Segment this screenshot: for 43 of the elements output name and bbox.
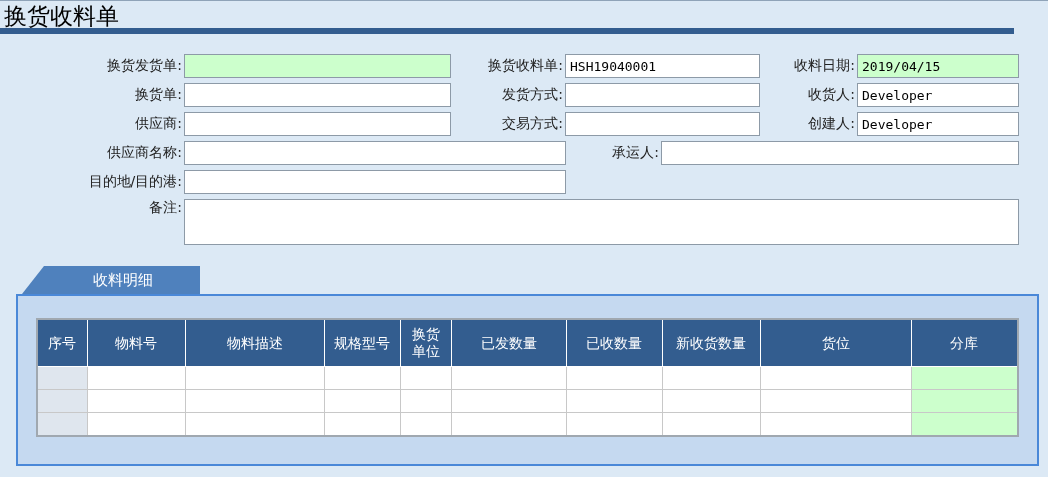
input-field[interactable] xyxy=(184,141,566,165)
input-field[interactable] xyxy=(184,83,451,107)
field-label: 发货方式: xyxy=(501,86,564,104)
input-field[interactable]: HSH19040001 xyxy=(565,54,760,78)
input-field[interactable] xyxy=(565,83,760,107)
field-label: 收料日期: xyxy=(793,57,856,75)
remarks-field[interactable] xyxy=(184,199,1019,245)
column-header: 新收货数量 xyxy=(662,319,760,367)
column-header: 序号 xyxy=(37,319,87,367)
field-label: 创建人: xyxy=(807,115,856,133)
input-field[interactable]: 2019/04/15 xyxy=(857,54,1019,78)
table-cell xyxy=(37,389,87,413)
input-field[interactable] xyxy=(184,54,451,78)
field-label: 承运人: xyxy=(611,144,660,162)
field-label: 交易方式: xyxy=(501,115,564,133)
field-label: 供应商: xyxy=(134,115,183,133)
field-label: 供应商名称: xyxy=(106,144,183,162)
input-field[interactable] xyxy=(184,170,566,194)
table-cell xyxy=(37,366,87,390)
column-header: 分库 xyxy=(911,319,1018,367)
table-cell xyxy=(400,366,451,390)
column-header: 物料描述 xyxy=(185,319,324,367)
column-header: 规格型号 xyxy=(324,319,400,367)
input-field[interactable]: Developer xyxy=(857,83,1019,107)
input-field[interactable]: Developer xyxy=(857,112,1019,136)
column-header: 已收数量 xyxy=(566,319,662,367)
table-cell xyxy=(37,412,87,436)
detail-tab[interactable]: 收料明细 xyxy=(22,266,200,294)
input-field[interactable] xyxy=(565,112,760,136)
column-header: 已发数量 xyxy=(451,319,566,367)
input-field[interactable] xyxy=(184,112,451,136)
table-cell xyxy=(400,389,451,413)
column-header: 物料号 xyxy=(87,319,185,367)
field-label: 收货人: xyxy=(807,86,856,104)
field-label: 备注: xyxy=(148,199,183,217)
column-header: 换货单位 xyxy=(400,319,451,367)
input-field[interactable] xyxy=(661,141,1019,165)
page-title: 换货收料单 xyxy=(4,3,119,29)
field-label: 换货收料单: xyxy=(487,57,564,75)
field-label: 换货发货单: xyxy=(106,57,183,75)
field-label: 目的地/目的港: xyxy=(87,173,183,191)
field-label: 换货单: xyxy=(134,86,183,104)
column-header: 货位 xyxy=(760,319,911,367)
